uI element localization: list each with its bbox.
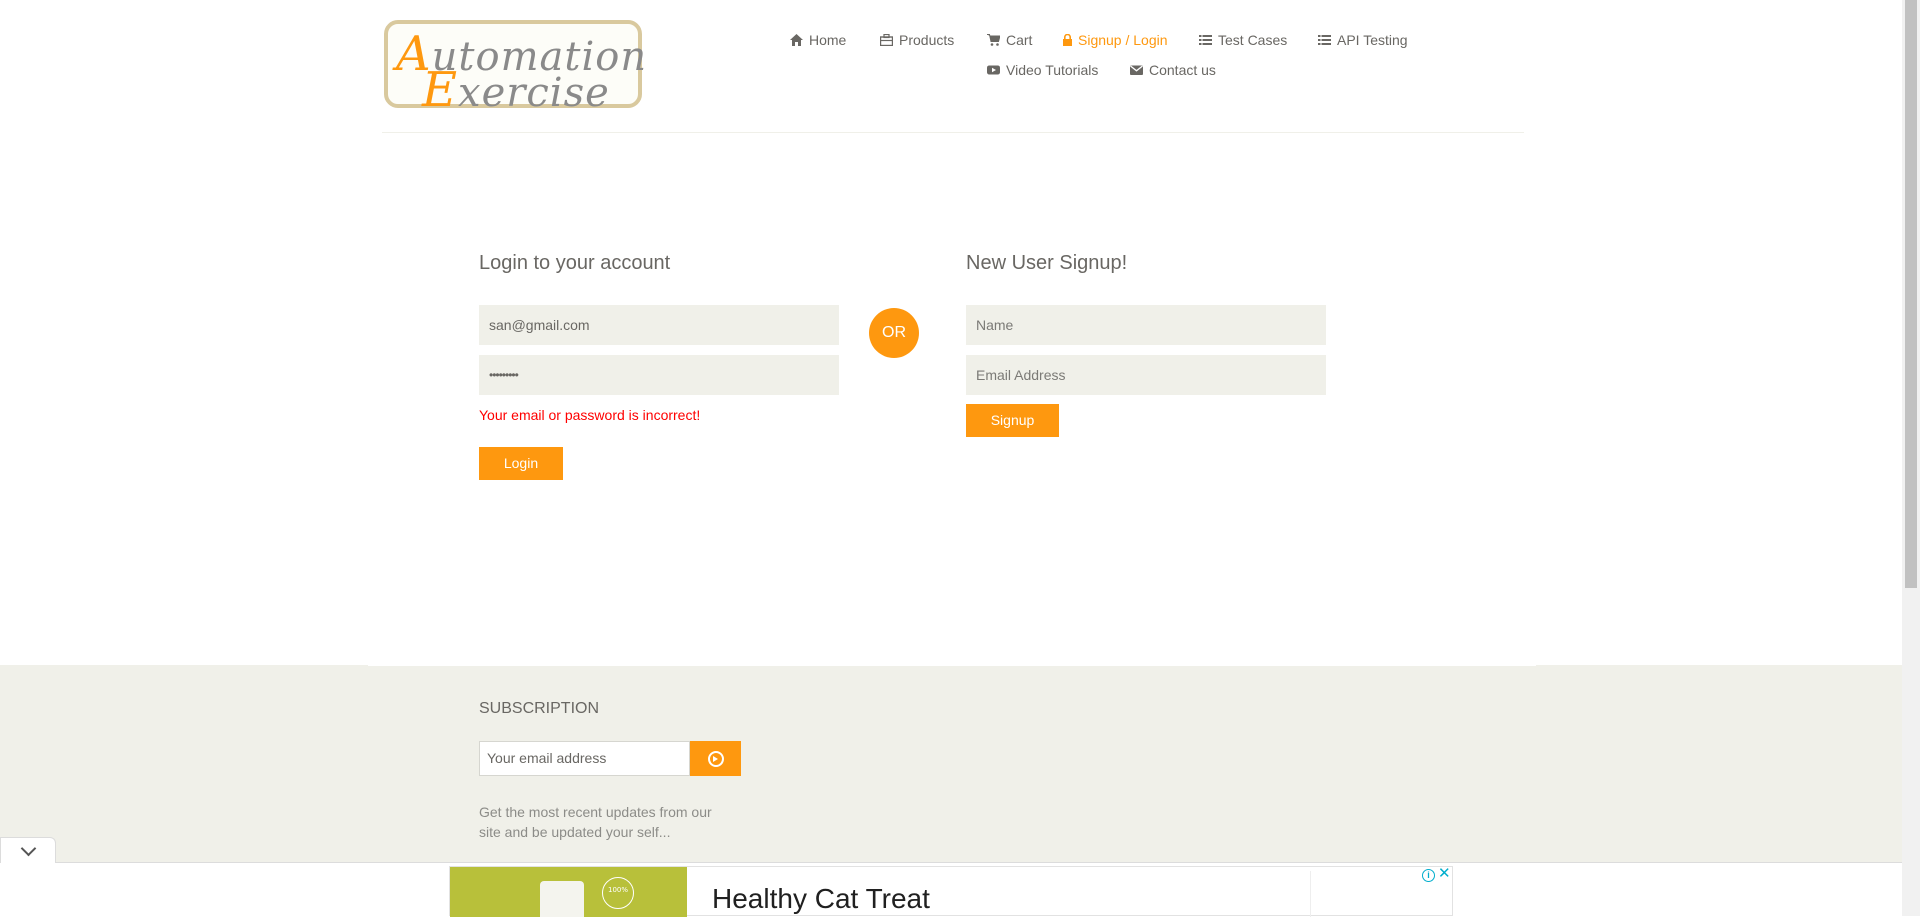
login-title: Login to your account xyxy=(479,252,671,274)
subscribe-button[interactable] xyxy=(690,741,741,776)
nav-video-tutorials[interactable]: Video Tutorials xyxy=(987,62,1098,78)
nav-home[interactable]: Home xyxy=(790,32,846,48)
envelope-icon xyxy=(1130,63,1143,75)
nav-products[interactable]: Products xyxy=(879,32,955,48)
nav-products-label: Products xyxy=(899,32,955,48)
ad-info-icon[interactable]: i xyxy=(1422,869,1435,882)
subscription-title: SUBSCRIPTION xyxy=(479,700,600,717)
nav-cart-label: Cart xyxy=(1006,32,1033,48)
signup-button[interactable]: Signup xyxy=(966,404,1059,437)
nav-contact-us-label: Contact us xyxy=(1149,62,1216,78)
subscription-description: Get the most recent updates from our sit… xyxy=(479,804,712,840)
product-package-image xyxy=(540,881,584,917)
ad-title[interactable]: Healthy Cat Treat xyxy=(712,883,930,915)
youtube-icon xyxy=(987,63,1000,75)
signup-name-input[interactable]: Name xyxy=(966,305,1326,345)
lock-icon xyxy=(1063,33,1072,46)
arrow-circle-right-icon xyxy=(708,751,724,767)
site-header: Automation Exercise xyxy=(382,0,1524,133)
ad-banner[interactable]: 100% Healthy Cat Treat i ✕ xyxy=(449,866,1453,917)
logo-line-2: Exercise xyxy=(422,62,610,118)
signup-title: New User Signup! xyxy=(966,252,1128,274)
natural-badge: 100% xyxy=(602,877,634,909)
nav-signup-login[interactable]: Signup / Login xyxy=(1063,32,1168,48)
footer-divider xyxy=(368,665,1536,666)
scrollbar-thumb[interactable] xyxy=(1905,0,1917,588)
or-divider: OR xyxy=(869,308,919,358)
vertical-scrollbar[interactable] xyxy=(1902,0,1920,916)
list-icon xyxy=(1318,33,1331,45)
home-icon xyxy=(790,33,803,46)
cart-icon xyxy=(987,33,1001,46)
login-email-input[interactable]: san@gmail.com xyxy=(479,305,839,345)
nav-contact-us[interactable]: Contact us xyxy=(1130,62,1216,78)
nav-api-testing-label: API Testing xyxy=(1337,32,1408,48)
ad-collapse-toggle[interactable] xyxy=(0,837,56,863)
nav-video-tutorials-label: Video Tutorials xyxy=(1006,62,1099,78)
login-password-input[interactable]: ••••••••• xyxy=(479,355,839,395)
nav-signup-login-label: Signup / Login xyxy=(1078,32,1168,48)
login-button[interactable]: Login xyxy=(479,447,563,480)
nav-test-cases[interactable]: Test Cases xyxy=(1199,32,1287,48)
subscription-email-input[interactable]: Your email address xyxy=(479,741,690,776)
ad-divider xyxy=(1310,871,1311,917)
svg-text:100%: 100% xyxy=(608,886,628,894)
chevron-down-icon xyxy=(20,840,37,857)
products-icon xyxy=(879,33,894,47)
nav-cart[interactable]: Cart xyxy=(987,32,1032,48)
site-logo[interactable]: Automation Exercise xyxy=(384,20,646,118)
nav-api-testing[interactable]: API Testing xyxy=(1318,32,1408,48)
login-error-message: Your email or password is incorrect! xyxy=(479,407,701,423)
nav-home-label: Home xyxy=(809,32,847,48)
signup-email-input[interactable]: Email Address xyxy=(966,355,1326,395)
list-icon xyxy=(1199,33,1212,45)
ad-close-icon[interactable]: ✕ xyxy=(1438,866,1451,882)
ad-image[interactable]: 100% xyxy=(450,867,687,917)
nav-test-cases-label: Test Cases xyxy=(1218,32,1288,48)
